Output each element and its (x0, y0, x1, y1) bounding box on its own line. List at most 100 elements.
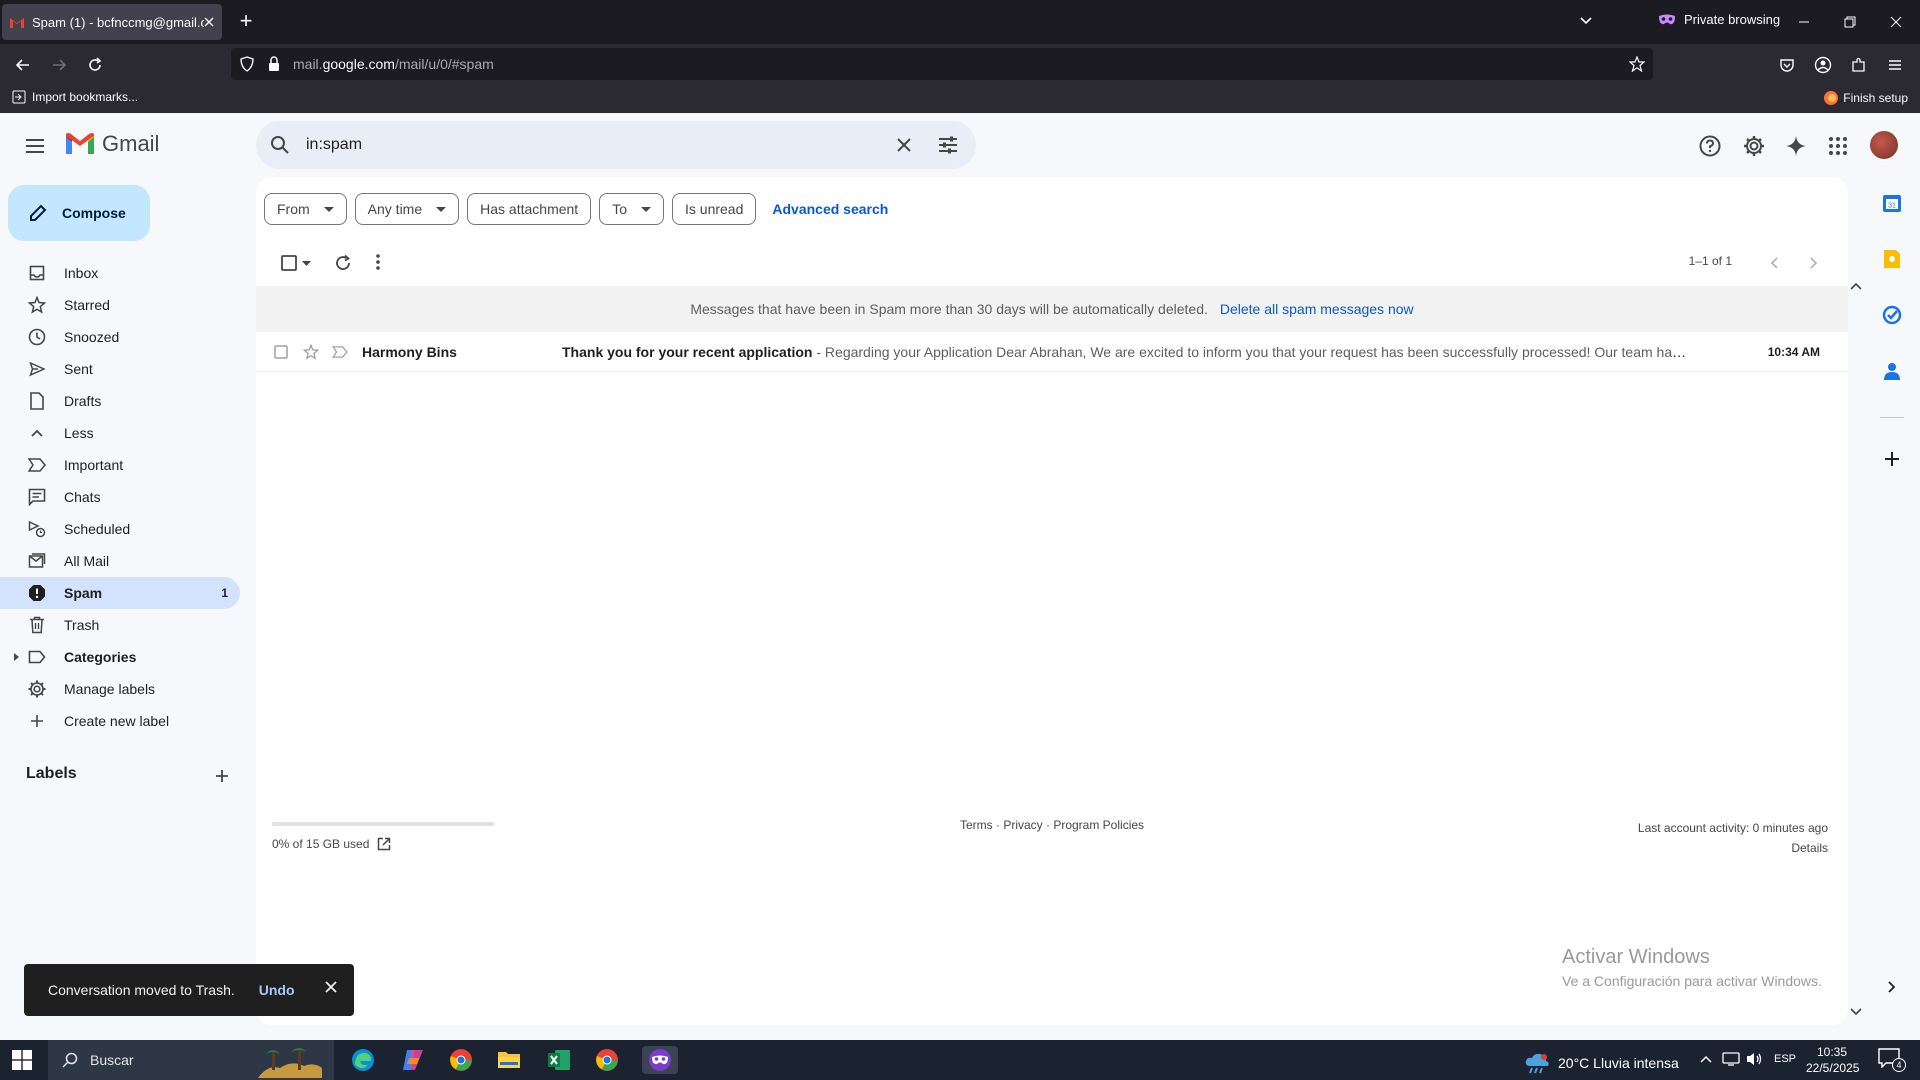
keep-app-button[interactable] (1880, 247, 1904, 271)
search-input[interactable]: in:spam (306, 136, 362, 154)
support-button[interactable] (1696, 132, 1724, 160)
newer-page-icon[interactable] (1810, 257, 1818, 269)
weather-widget[interactable]: 20°C Lluvia intensa (1524, 1052, 1679, 1074)
select-checkbox[interactable] (281, 255, 297, 271)
advanced-search-link[interactable]: Advanced search (772, 201, 888, 217)
more-options-icon[interactable] (376, 254, 380, 270)
restore-button[interactable] (1838, 10, 1862, 34)
footer-links[interactable]: Terms · Privacy · Program Policies (960, 818, 1144, 832)
taskbar-excel[interactable] (544, 1046, 574, 1074)
close-window-button[interactable] (1884, 10, 1908, 34)
taskbar-file-explorer[interactable] (494, 1046, 524, 1074)
sidebar-item-starred[interactable]: Starred (0, 289, 240, 321)
bookmark-star-icon[interactable] (1629, 56, 1645, 72)
network-icon[interactable] (1722, 1051, 1740, 1067)
table-row[interactable]: Harmony Bins Thank you for your recent a… (256, 332, 1848, 372)
sidebar-item-important[interactable]: Important (0, 449, 240, 481)
reload-button[interactable] (82, 52, 108, 78)
tasks-app-button[interactable] (1880, 303, 1904, 327)
new-tab-button[interactable]: + (234, 10, 258, 34)
volume-icon[interactable] (1746, 1051, 1764, 1067)
taskbar-edge[interactable] (348, 1046, 378, 1074)
create-label-button[interactable] (210, 764, 234, 788)
filter-to-chip[interactable]: To (599, 193, 664, 225)
finish-setup-button[interactable]: Finish setup (1823, 90, 1908, 106)
taskbar-copilot[interactable] (398, 1046, 428, 1074)
select-dropdown-icon[interactable] (302, 261, 311, 266)
sidebar-item-scheduled[interactable]: Scheduled (0, 513, 240, 545)
snackbar-toast: Conversation moved to Trash. Undo (24, 964, 354, 1016)
sidebar-item-less[interactable]: Less (0, 417, 240, 449)
search-icon[interactable] (270, 135, 290, 155)
search-options-icon[interactable] (938, 136, 958, 154)
taskbar-search-box[interactable]: Buscar (48, 1040, 334, 1080)
sidebar-item-drafts[interactable]: Drafts (0, 385, 240, 417)
close-icon[interactable] (324, 980, 338, 994)
google-apps-button[interactable] (1824, 132, 1852, 160)
sidebar-item-trash[interactable]: Trash (0, 609, 240, 641)
windows-start-icon[interactable] (12, 1050, 32, 1070)
filter-is-unread-chip[interactable]: Is unread (672, 193, 757, 225)
account-avatar[interactable] (1868, 129, 1900, 161)
taskbar-chrome-2[interactable] (592, 1046, 622, 1074)
get-addons-button[interactable] (1880, 447, 1904, 471)
calendar-app-button[interactable]: 31 (1880, 191, 1904, 215)
sidebar-item-chats[interactable]: Chats (0, 481, 240, 513)
forward-button[interactable] (46, 52, 72, 78)
close-tab-icon[interactable] (204, 17, 214, 27)
input-language[interactable]: ESP (1774, 1053, 1796, 1065)
notification-center-button[interactable]: 4 (1878, 1048, 1906, 1072)
taskbar-firefox-private[interactable] (642, 1046, 678, 1074)
undo-button[interactable]: Undo (259, 982, 295, 998)
activity-details-link[interactable]: Details (1638, 838, 1828, 858)
search-bar[interactable]: in:spam (256, 121, 976, 169)
expand-arrow-icon[interactable] (14, 653, 19, 661)
sidebar-item-manage-labels[interactable]: Manage labels (0, 673, 240, 705)
row-checkbox[interactable] (274, 344, 288, 359)
filter-from-chip[interactable]: From (264, 193, 347, 225)
hide-side-panel-button[interactable] (1880, 975, 1904, 999)
shield-icon[interactable] (239, 56, 255, 72)
show-hidden-icons-icon[interactable] (1700, 1055, 1712, 1063)
older-page-icon[interactable] (1770, 257, 1778, 269)
settings-button[interactable] (1740, 132, 1768, 160)
filter-has-attachment-chip[interactable]: Has attachment (467, 193, 592, 225)
list-tabs-button[interactable] (1578, 12, 1594, 28)
scroll-down-arrow-icon[interactable] (1850, 1008, 1862, 1016)
star-icon[interactable] (303, 343, 319, 360)
browser-tab[interactable]: Spam (1) - bcfnccmg@gmail.com (2, 4, 222, 40)
important-marker-icon[interactable] (332, 345, 348, 358)
sidebar-item-sent[interactable]: Sent (0, 353, 240, 385)
scroll-up-arrow-icon[interactable] (1850, 282, 1862, 290)
pocket-button[interactable] (1774, 52, 1800, 78)
sidebar-item-categories[interactable]: Categories (0, 641, 240, 673)
open-external-icon[interactable] (377, 837, 391, 851)
minimize-button[interactable] (1792, 10, 1816, 34)
sidebar-item-inbox[interactable]: Inbox (0, 257, 240, 289)
refresh-icon[interactable] (334, 254, 352, 272)
back-button[interactable] (10, 52, 36, 78)
sidebar-item-spam[interactable]: Spam 1 (0, 577, 240, 609)
taskbar-clock[interactable]: 10:35 22/5/2025 (1806, 1044, 1859, 1076)
compose-button[interactable]: Compose (8, 185, 150, 241)
url-text: mail.google.com/mail/u/0/#spam (293, 56, 494, 72)
sidebar-item-snoozed[interactable]: Snoozed (0, 321, 240, 353)
gemini-button[interactable] (1782, 132, 1810, 160)
app-menu-button[interactable] (1882, 52, 1908, 78)
gmail-logo[interactable]: Gmail (64, 131, 159, 157)
import-bookmarks-button[interactable]: Import bookmarks... (12, 90, 138, 104)
filter-any-time-chip[interactable]: Any time (354, 193, 460, 225)
extensions-button[interactable] (1846, 52, 1872, 78)
clear-search-icon[interactable] (896, 137, 912, 153)
sidebar-item-create-label[interactable]: Create new label (0, 705, 240, 737)
caret-down-icon (436, 206, 447, 212)
contacts-app-button[interactable] (1880, 359, 1904, 383)
url-bar[interactable]: mail.google.com/mail/u/0/#spam (231, 48, 1653, 80)
delete-all-spam-link[interactable]: Delete all spam messages now (1220, 301, 1414, 317)
account-button[interactable] (1810, 52, 1836, 78)
sidebar-item-all-mail[interactable]: All Mail (0, 545, 240, 577)
lock-icon[interactable] (267, 56, 281, 72)
watermark-subtitle: Ve a Configuración para activar Windows. (1562, 973, 1822, 989)
taskbar-chrome[interactable] (446, 1046, 476, 1074)
main-menu-button[interactable] (22, 133, 48, 159)
